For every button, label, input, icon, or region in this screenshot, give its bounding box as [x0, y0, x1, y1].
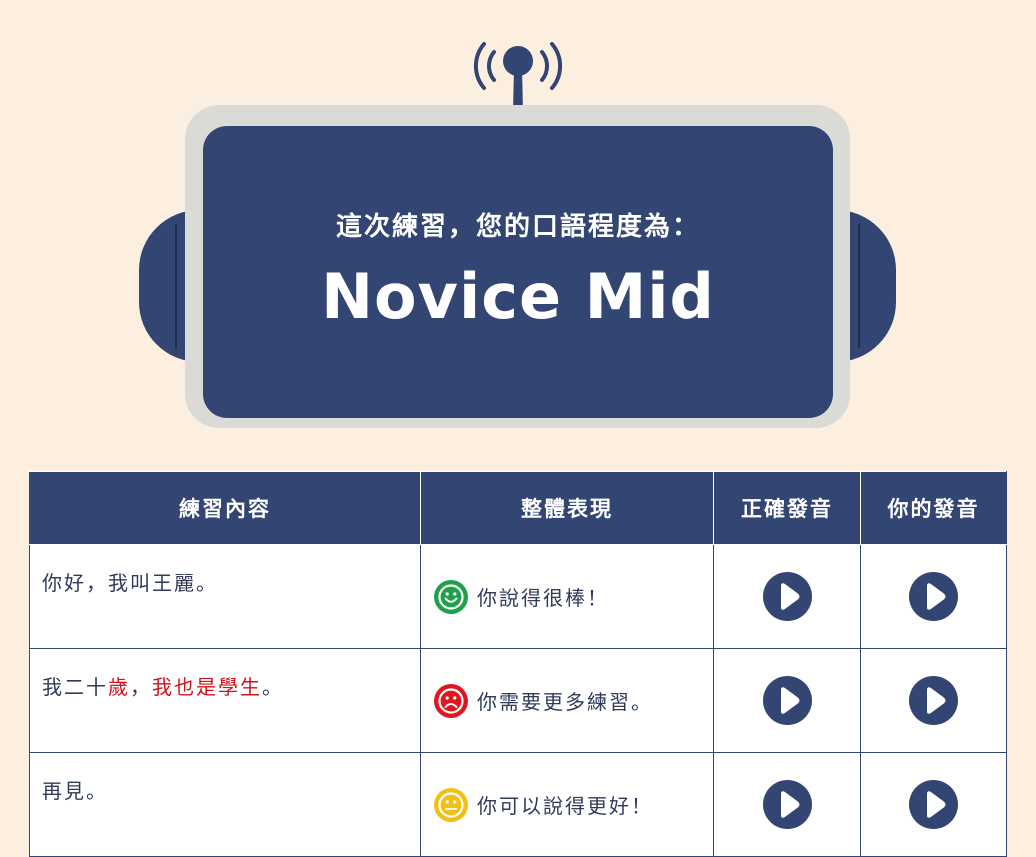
your-pronunciation-cell: [860, 544, 1007, 649]
level-subtitle: 這次練習，您的口語程度為：: [335, 212, 700, 242]
smiley-happy-icon: [433, 579, 469, 615]
smiley-sad-icon: [433, 683, 469, 719]
practice-sentence: 我二十歲，我也是學生。: [29, 648, 421, 753]
sentence-error-segment: 我也是學生: [152, 675, 262, 699]
correct-pronunciation-cell: [713, 752, 861, 857]
header-practice-content: 練習內容: [29, 471, 421, 545]
sentence-segment: 再見。: [42, 779, 108, 803]
level-screen: 這次練習，您的口語程度為： Novice Mid: [203, 126, 833, 418]
table-row: 你好，我叫王麗。你說得很棒！: [29, 544, 1007, 649]
sentence-segment: 你好，我叫王麗。: [42, 571, 218, 595]
performance-cell: 你可以說得更好！: [420, 752, 714, 857]
header-your-pronunciation: 你的發音: [860, 471, 1007, 545]
feedback-text: 你需要更多練習。: [477, 690, 653, 714]
your-pronunciation-play-button[interactable]: [909, 780, 958, 829]
your-pronunciation-cell: [860, 752, 1007, 857]
sentence-segment: ，: [130, 675, 152, 699]
feedback-text: 你說得很棒！: [477, 586, 609, 610]
correct-pronunciation-play-button[interactable]: [762, 780, 812, 829]
practice-sentence: 再見。: [29, 752, 421, 857]
your-pronunciation-cell: [860, 648, 1007, 753]
performance-cell: 你說得很棒！: [420, 544, 714, 649]
correct-pronunciation-play-button[interactable]: [762, 676, 812, 725]
your-pronunciation-play-button[interactable]: [909, 572, 958, 621]
smiley-neutral-icon: [433, 787, 469, 823]
correct-pronunciation-play-button[interactable]: [762, 572, 812, 621]
sentence-error-segment: 歲: [108, 675, 130, 699]
sentence-segment: 我二十: [42, 675, 108, 699]
feedback-text: 你可以說得更好！: [477, 794, 653, 818]
table-header-row: 練習內容 整體表現 正確發音 你的發音: [29, 471, 1007, 545]
table-row: 再見。你可以說得更好！: [29, 752, 1007, 857]
level-value: Novice Mid: [321, 260, 715, 333]
header-overall-performance: 整體表現: [420, 471, 714, 545]
results-table: 練習內容 整體表現 正確發音 你的發音 你好，我叫王麗。 你說得很棒！ 我二十歲，我…: [29, 471, 1007, 857]
correct-pronunciation-cell: [713, 544, 861, 649]
sentence-segment: 。: [262, 675, 284, 699]
performance-cell: 你需要更多練習。: [420, 648, 714, 753]
your-pronunciation-play-button[interactable]: [909, 676, 958, 725]
practice-sentence: 你好，我叫王麗。: [29, 544, 421, 649]
table-row: 我二十歲，我也是學生。 你需要更多練習。: [29, 648, 1007, 753]
header-correct-pronunciation: 正確發音: [713, 471, 861, 545]
correct-pronunciation-cell: [713, 648, 861, 753]
